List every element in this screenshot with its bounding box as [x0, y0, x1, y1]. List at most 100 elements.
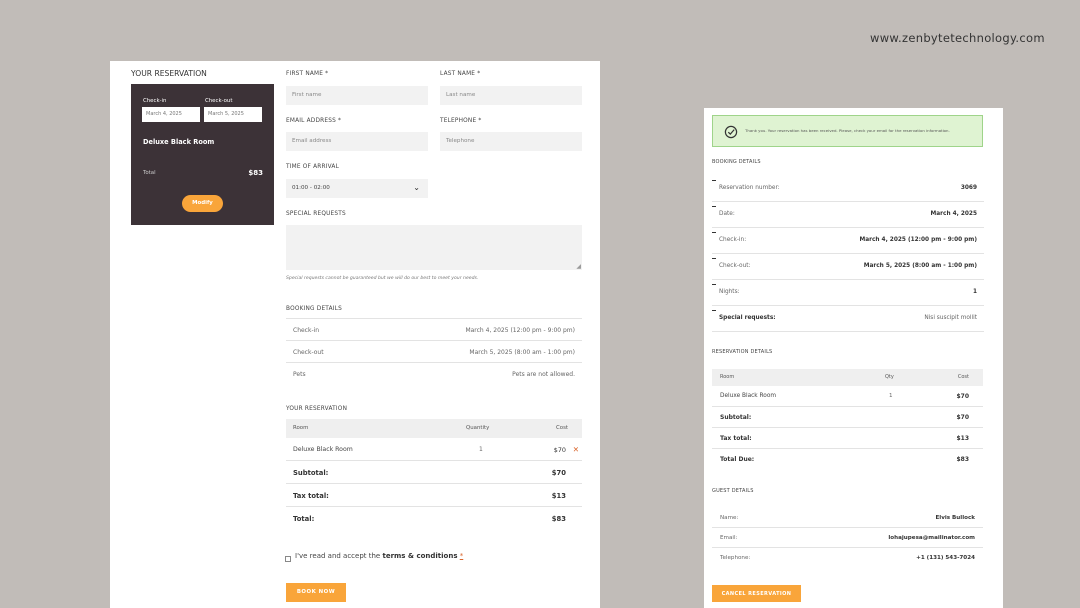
- check-circle-icon: [724, 125, 738, 139]
- arrival-time-select[interactable]: 01:00 - 02:00 ⌄: [286, 179, 428, 198]
- first-name-input[interactable]: First name: [286, 86, 428, 105]
- booking-detail-value: March 5, 2025 (8:00 am - 1:00 pm): [863, 263, 977, 269]
- tax-label: Tax total:: [293, 492, 329, 500]
- special-requests-textarea[interactable]: ◢: [286, 225, 582, 270]
- booking-detail-row: Nights: 1: [712, 280, 984, 306]
- watermark: www.zenbytetechnology.com: [870, 31, 1045, 45]
- summary-total-value: $83: [248, 169, 263, 177]
- guest-details-heading: GUEST DETAILS: [712, 488, 754, 494]
- booking-details-list: Reservation number: 3069 Date: March 4, 202…: [712, 176, 984, 332]
- arrival-time-label: TIME OF ARRIVAL: [286, 164, 340, 170]
- booking-detail-row: Check-in March 4, 2025 (12:00 pm - 9:00 …: [286, 319, 582, 341]
- header-cost: Cost: [957, 374, 969, 380]
- bullet-mark: [712, 284, 716, 285]
- guest-row: Telephone: +1 (131) 543-7024: [712, 548, 983, 568]
- guest-label: Name:: [720, 515, 739, 521]
- bullet-mark: [712, 206, 716, 207]
- cancel-reservation-button[interactable]: CANCEL RESERVATION: [712, 585, 801, 602]
- bullet-mark: [712, 180, 716, 181]
- booking-detail-value: 3069: [960, 185, 977, 191]
- guest-value: Elvis Bullock: [935, 515, 975, 521]
- table-header: Room Quantity Cost: [286, 419, 582, 438]
- arrival-time-value: 01:00 - 02:00: [292, 185, 330, 191]
- terms-link[interactable]: terms & conditions: [382, 552, 457, 560]
- guest-label: Telephone:: [720, 555, 751, 561]
- success-notice: Thank you. Your reservation has been rec…: [712, 115, 983, 147]
- header-cost: Cost: [556, 425, 568, 431]
- total-label: Total:: [293, 515, 315, 523]
- booking-detail-row: Check-out March 5, 2025 (8:00 am - 1:00 …: [286, 341, 582, 363]
- room-qty: 1: [479, 446, 483, 453]
- total-due-value: $83: [956, 456, 969, 463]
- reservation-summary-box: Check-in Check-out March 4, 2025 March 5…: [131, 84, 274, 225]
- booking-detail-value: 1: [972, 289, 977, 295]
- header-qty: Qty: [885, 374, 894, 380]
- special-requests-note: Special requests cannot be guaranteed bu…: [286, 276, 479, 281]
- booking-detail-value: March 4, 2025 (12:00 pm - 9:00 pm): [465, 327, 575, 334]
- first-name-label: FIRST NAME *: [286, 71, 329, 77]
- checkout-date-input[interactable]: March 5, 2025: [204, 107, 262, 122]
- subtotal-label: Subtotal:: [293, 469, 329, 477]
- header-room: Room: [293, 425, 309, 431]
- email-input[interactable]: Email address: [286, 132, 428, 151]
- telephone-input[interactable]: Telephone: [440, 132, 582, 151]
- booking-detail-value: March 5, 2025 (8:00 am - 1:00 pm): [469, 349, 575, 356]
- checkout-label: Check-out: [205, 98, 233, 104]
- header-quantity: Quantity: [466, 425, 490, 431]
- chevron-down-icon: ⌄: [413, 183, 420, 192]
- summary-total-label: Total: [143, 170, 156, 176]
- telephone-label: TELEPHONE *: [440, 118, 482, 124]
- booking-detail-label: Reservation number:: [719, 185, 780, 191]
- reservation-details-table: Room Qty Cost Deluxe Black Room 1 $70 Su…: [712, 369, 983, 470]
- table-row: Deluxe Black Room 1 $70: [712, 386, 983, 407]
- remove-room-icon[interactable]: ✕: [573, 445, 579, 454]
- booking-details-heading: BOOKING DETAILS: [712, 159, 761, 165]
- room-cost: $70: [956, 393, 969, 400]
- subtotal-value: $70: [551, 469, 566, 477]
- notice-text: Thank you. Your reservation has been rec…: [745, 128, 950, 133]
- room-name: Deluxe Black Room: [293, 446, 353, 453]
- reservation-table: Room Quantity Cost Deluxe Black Room 1 $…: [286, 419, 582, 530]
- book-now-button[interactable]: BOOK NOW: [286, 583, 346, 602]
- subtotal-row: Subtotal: $70: [712, 407, 983, 428]
- tax-row: Tax total: $13: [286, 484, 582, 507]
- total-value: $83: [551, 515, 566, 523]
- your-reservation-table-heading: YOUR RESERVATION: [286, 406, 348, 412]
- last-name-label: LAST NAME *: [440, 71, 481, 77]
- booking-detail-label: Check-out: [293, 349, 324, 356]
- last-name-input[interactable]: Last name: [440, 86, 582, 105]
- subtotal-label: Subtotal:: [720, 414, 752, 421]
- resize-handle-icon[interactable]: ◢: [576, 263, 581, 270]
- modify-button[interactable]: Modify: [182, 195, 223, 212]
- booking-detail-row: Check-in: March 4, 2025 (12:00 pm - 9:00 …: [712, 228, 984, 254]
- guest-details-list: Name: Elvis Bullock Email: lohajupesa@ma…: [712, 508, 983, 568]
- booking-details-list: Check-in March 4, 2025 (12:00 pm - 9:00 …: [286, 318, 582, 385]
- booking-detail-label: Nights:: [719, 289, 740, 295]
- subtotal-row: Subtotal: $70: [286, 461, 582, 484]
- booking-detail-row: Pets Pets are not allowed.: [286, 363, 582, 385]
- table-header: Room Qty Cost: [712, 369, 983, 386]
- required-asterisk: *: [459, 552, 464, 560]
- total-row: Total: $83: [286, 507, 582, 530]
- terms-text: I've read and accept the terms & conditi…: [295, 552, 463, 560]
- summary-room-name: Deluxe Black Room: [143, 138, 215, 146]
- booking-detail-label: Special requests:: [719, 315, 776, 321]
- guest-label: Email:: [720, 535, 738, 541]
- terms-checkbox[interactable]: [285, 556, 291, 562]
- total-due-row: Total Due: $83: [712, 449, 983, 470]
- bullet-mark: [712, 258, 716, 259]
- booking-detail-value: Pets are not allowed.: [512, 371, 575, 378]
- checkin-date-input[interactable]: March 4, 2025: [142, 107, 200, 122]
- booking-detail-row: Reservation number: 3069: [712, 176, 984, 202]
- reservation-details-heading: RESERVATION DETAILS: [712, 349, 773, 355]
- booking-detail-value: Nisi suscipit mollit: [924, 315, 977, 321]
- guest-value: +1 (131) 543-7024: [916, 555, 975, 561]
- booking-details-heading: BOOKING DETAILS: [286, 306, 342, 312]
- booking-detail-value: March 4, 2025 (12:00 pm - 9:00 pm): [859, 237, 977, 243]
- special-requests-label: SPECIAL REQUESTS: [286, 211, 346, 217]
- tax-label: Tax total:: [720, 435, 752, 442]
- reservation-form-panel: YOUR RESERVATION Check-in Check-out Marc…: [110, 61, 600, 608]
- booking-detail-label: Check-in:: [719, 237, 747, 243]
- your-reservation-heading: YOUR RESERVATION: [131, 69, 207, 78]
- tax-row: Tax total: $13: [712, 428, 983, 449]
